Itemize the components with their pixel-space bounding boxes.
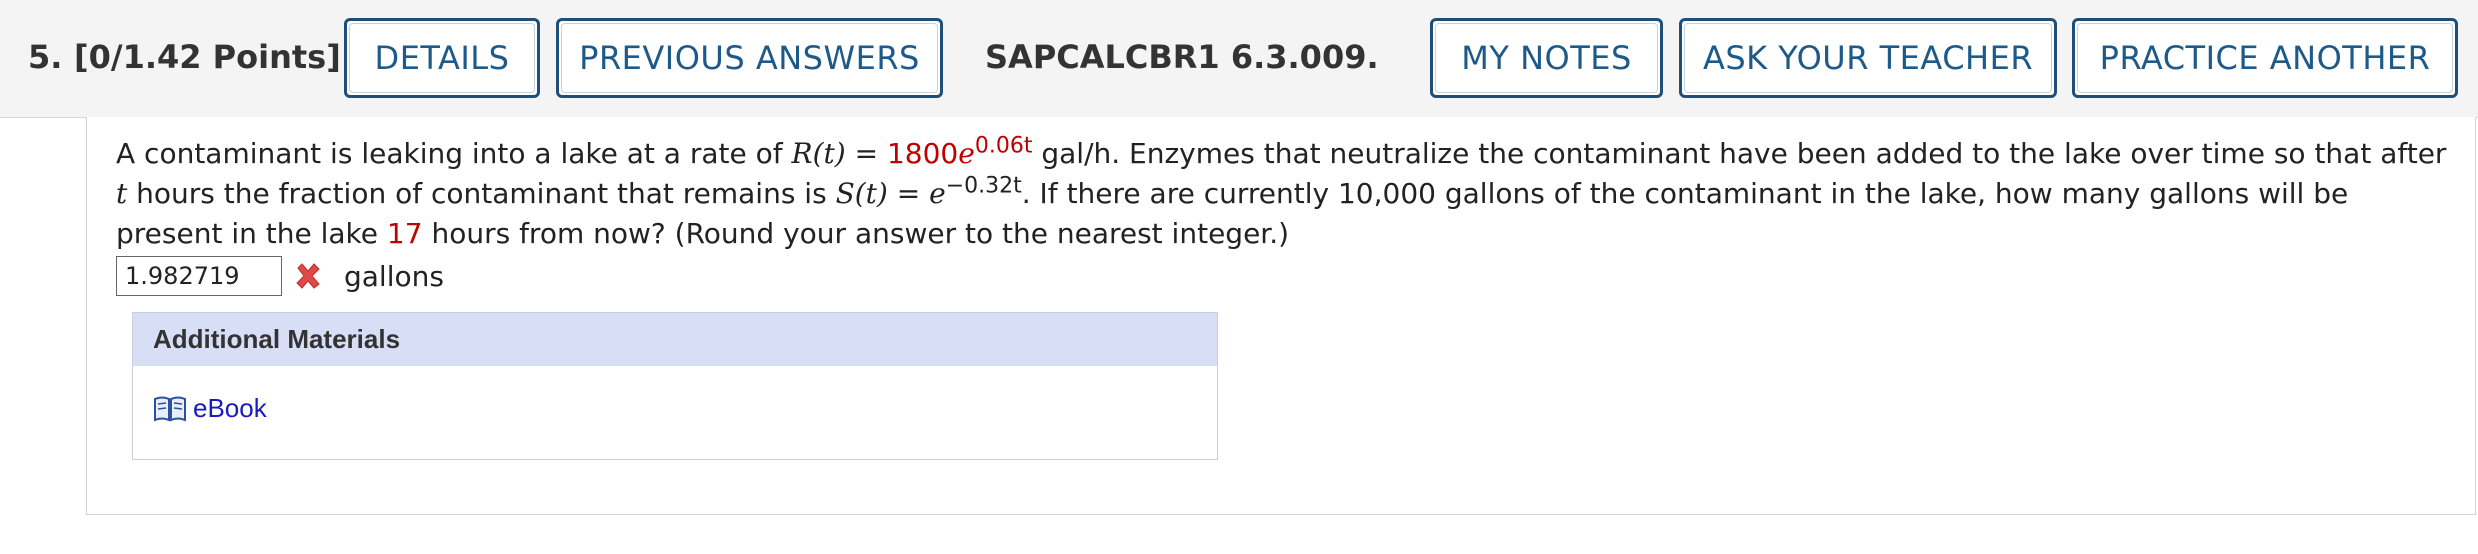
question-text: A contaminant is leaking into a lake at … <box>116 133 2447 250</box>
details-button[interactable]: DETAILS <box>344 18 540 98</box>
previous-answers-button[interactable]: PREVIOUS ANSWERS <box>556 18 943 98</box>
my-notes-button[interactable]: MY NOTES <box>1430 18 1663 98</box>
additional-materials-heading: Additional Materials <box>133 313 1217 366</box>
points-label: [0/1.42 Points] <box>74 38 341 76</box>
practice-another-button[interactable]: PRACTICE ANOTHER <box>2072 18 2458 98</box>
hours-value: 17 <box>386 217 423 250</box>
question-header: 5. [0/1.42 Points] DETAILS PREVIOUS ANSW… <box>0 0 2478 118</box>
fraction-function: S(t) = e <box>835 177 946 210</box>
answer-unit: gallons <box>344 259 444 293</box>
question-id: SAPCALCBR1 6.3.009. <box>985 38 1379 76</box>
question-number: 5. <box>28 38 63 76</box>
rate-function-rhs: 1800e0.06t <box>886 133 1033 170</box>
ebook-link[interactable]: eBook <box>153 393 267 424</box>
answer-input[interactable] <box>116 256 282 296</box>
ebook-label[interactable]: eBook <box>193 393 267 424</box>
rate-function-lhs: R(t) = <box>791 137 887 170</box>
incorrect-x-icon <box>296 263 320 289</box>
ask-your-teacher-button[interactable]: ASK YOUR TEACHER <box>1679 18 2057 98</box>
book-icon <box>154 396 186 422</box>
answer-row: gallons <box>116 256 444 296</box>
additional-materials: Additional Materials eBook <box>132 312 1218 460</box>
